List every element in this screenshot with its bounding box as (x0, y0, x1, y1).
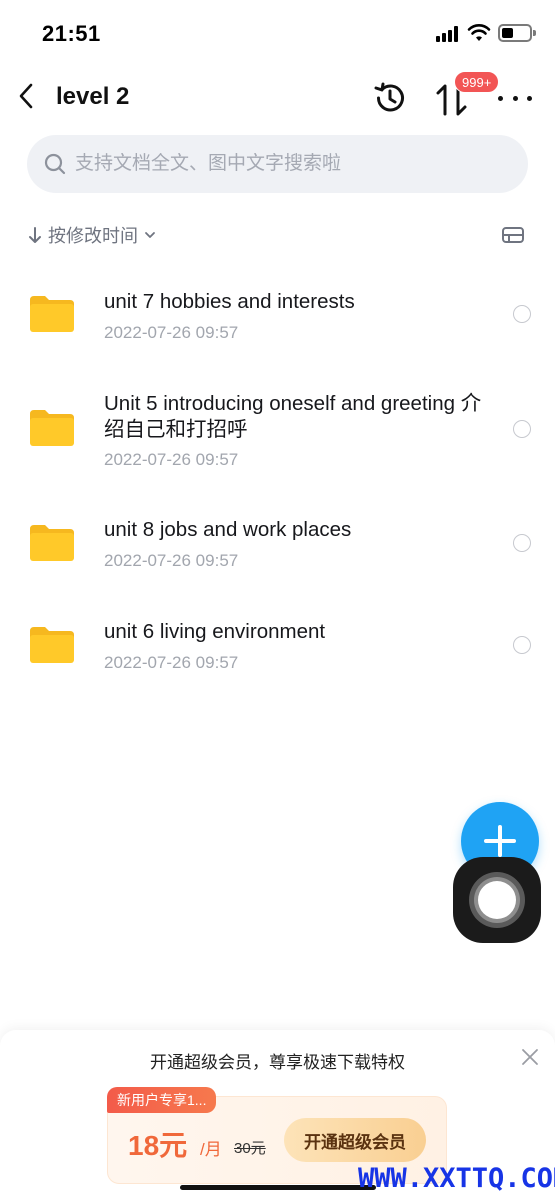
list-item[interactable]: unit 7 hobbies and interests 2022-07-26 … (0, 258, 555, 366)
home-indicator (180, 1185, 376, 1190)
folder-icon (30, 410, 74, 446)
select-checkbox[interactable] (513, 534, 531, 552)
list-item[interactable]: Unit 5 introducing oneself and greeting … (0, 366, 555, 492)
select-checkbox[interactable] (513, 636, 531, 654)
status-bar: 21:51 (0, 0, 555, 66)
sort-selector[interactable]: 按修改时间 (28, 220, 156, 250)
search-icon (44, 153, 66, 175)
promo-price-unit: /月 (200, 1140, 222, 1159)
assistive-touch-button[interactable] (453, 857, 541, 943)
promo-title: 开通超级会员，尊享极速下载特权 (150, 1053, 405, 1072)
page-title: level 2 (56, 83, 130, 110)
folder-name: unit 6 living environment (104, 620, 326, 643)
folder-icon (30, 525, 74, 561)
watermark: WWW.XXTTQ.COM (358, 1163, 555, 1194)
history-button[interactable] (372, 80, 408, 116)
chevron-down-icon (145, 232, 155, 238)
history-icon (374, 82, 404, 112)
modified-time: 2022-07-26 09:57 (104, 653, 239, 672)
sort-label: 按修改时间 (48, 226, 138, 246)
folder-icon (30, 627, 74, 663)
chevron-left-icon (19, 83, 33, 109)
close-icon[interactable] (521, 1048, 539, 1066)
folder-name: Unit 5 introducing oneself and greeting … (104, 392, 482, 441)
search-bar[interactable] (27, 135, 528, 193)
transfer-count-badge: 999+ (454, 71, 500, 93)
modified-time: 2022-07-26 09:57 (104, 551, 239, 570)
modified-time: 2022-07-26 09:57 (104, 450, 239, 469)
search-input[interactable] (75, 153, 475, 175)
promo-price: 18元 (128, 1130, 188, 1161)
file-list: unit 7 hobbies and interests 2022-07-26 … (0, 258, 555, 698)
more-button[interactable] (498, 88, 532, 108)
more-dot-icon (527, 95, 532, 101)
open-membership-button[interactable]: 开通超级会员 (284, 1118, 426, 1162)
folder-name: unit 8 jobs and work places (104, 518, 352, 541)
promo-old-price: 30元 (234, 1140, 266, 1157)
folder-icon (30, 296, 74, 332)
battery-icon (498, 24, 536, 42)
list-item[interactable]: unit 6 living environment 2022-07-26 09:… (0, 594, 555, 698)
new-user-tag: 新用户专享1... (107, 1087, 217, 1113)
back-button[interactable] (12, 78, 40, 114)
folder-name: unit 7 hobbies and interests (104, 290, 355, 313)
sort-down-arrow-icon (29, 227, 41, 243)
plus-icon (484, 825, 516, 857)
list-item[interactable]: unit 8 jobs and work places 2022-07-26 0… (0, 492, 555, 594)
more-dot-icon (512, 95, 518, 101)
modified-time: 2022-07-26 09:57 (104, 323, 239, 342)
view-mode-icon[interactable] (501, 225, 525, 245)
select-checkbox[interactable] (513, 420, 531, 438)
select-checkbox[interactable] (513, 305, 531, 323)
status-time: 21:51 (42, 21, 101, 46)
wifi-icon (467, 24, 491, 41)
signal-icon (436, 26, 460, 42)
more-dot-icon (498, 95, 503, 101)
